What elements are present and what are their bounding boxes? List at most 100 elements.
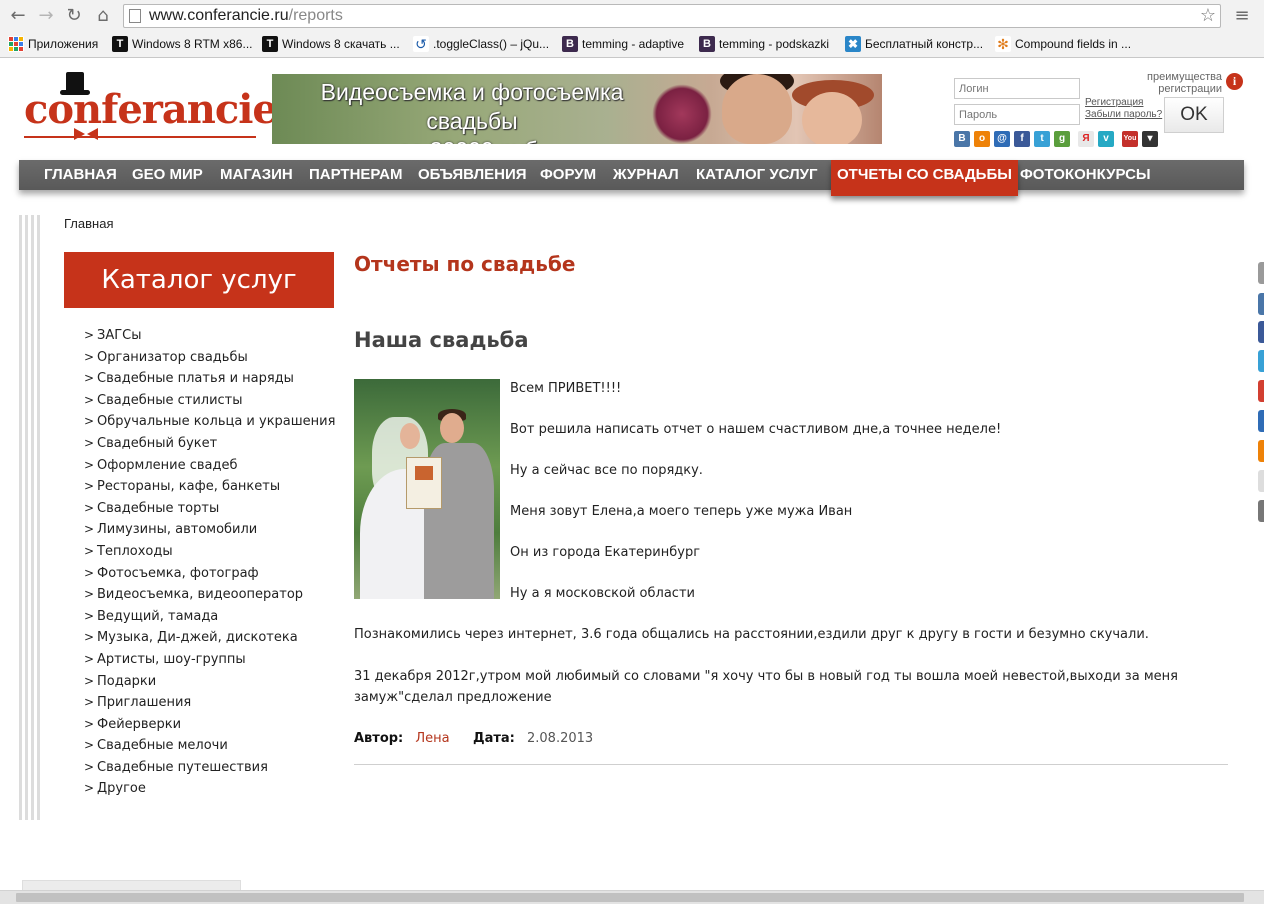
catalog-item[interactable]: > Видеосъемка, видеооператор bbox=[84, 584, 335, 606]
catalog-item[interactable]: > Артисты, шоу-группы bbox=[84, 649, 335, 671]
nav-item-home[interactable]: ГЛАВНАЯ bbox=[44, 160, 117, 190]
drupal-icon: ✻ bbox=[995, 36, 1011, 52]
page-icon bbox=[129, 9, 141, 23]
bookmark-windows8-download[interactable]: T Windows 8 скачать ... bbox=[262, 36, 400, 52]
catalog-item[interactable]: > Фейерверки bbox=[84, 714, 335, 736]
horizontal-scrollbar[interactable] bbox=[0, 890, 1264, 904]
t-icon: T bbox=[262, 36, 278, 52]
youtube-icon[interactable]: You bbox=[1122, 131, 1138, 147]
wedding-photo[interactable] bbox=[354, 379, 500, 599]
decorative-lines bbox=[19, 215, 41, 820]
twitter-icon[interactable]: t bbox=[1034, 131, 1050, 147]
nav-item-ads[interactable]: ОБЪЯВЛЕНИЯ bbox=[418, 160, 527, 190]
catalog-item[interactable]: > ЗАГСы bbox=[84, 325, 335, 347]
nav-item-partners[interactable]: ПАРТНЕРАМ bbox=[309, 160, 402, 190]
post-title[interactable]: Наша свадьба bbox=[354, 328, 529, 352]
share-facebook-icon[interactable] bbox=[1258, 321, 1264, 343]
author-link[interactable]: Лена bbox=[415, 731, 449, 746]
mailru-icon[interactable]: @ bbox=[994, 131, 1010, 147]
facebook-icon[interactable]: f bbox=[1014, 131, 1030, 147]
share-more-icon[interactable] bbox=[1258, 500, 1264, 522]
post-date: Дата: 2.08.2013 bbox=[473, 731, 593, 746]
vimeo-icon[interactable]: v bbox=[1098, 131, 1114, 147]
nav-item-services-catalog[interactable]: КАТАЛОГ УСЛУГ bbox=[696, 160, 818, 190]
catalog-item[interactable]: > Свадебные стилисты bbox=[84, 390, 335, 412]
catalog-item[interactable]: > Обручальные кольца и украшения bbox=[84, 411, 335, 433]
chevron-right-icon: > bbox=[84, 716, 95, 731]
catalog-item[interactable]: > Оформление свадеб bbox=[84, 455, 335, 477]
browser-menu-icon[interactable]: ≡ bbox=[1232, 4, 1252, 28]
catalog-item[interactable]: > Подарки bbox=[84, 671, 335, 693]
bookmark-free-constructor[interactable]: ✖ Бесплатный констр... bbox=[845, 36, 983, 52]
post-paragraph: 31 декабря 2012г,утром мой любимый со сл… bbox=[354, 669, 1178, 705]
back-icon[interactable]: ← bbox=[6, 4, 30, 28]
nav-item-forum[interactable]: ФОРУМ bbox=[540, 160, 596, 190]
breadcrumb[interactable]: Главная bbox=[64, 216, 113, 231]
share-google-icon[interactable] bbox=[1258, 380, 1264, 402]
catalog-item[interactable]: > Свадебные платья и наряды bbox=[84, 368, 335, 390]
more-icon[interactable]: ▾ bbox=[1142, 131, 1158, 147]
bookmark-star-icon[interactable]: ☆ bbox=[1200, 6, 1216, 26]
reload-icon[interactable]: ↻ bbox=[62, 4, 86, 28]
chevron-right-icon: > bbox=[84, 500, 95, 515]
post-paragraph: Познакомились через интернет, 3.6 года о… bbox=[354, 627, 1149, 642]
nav-item-shop[interactable]: МАГАЗИН bbox=[220, 160, 293, 190]
forward-icon[interactable]: → bbox=[34, 4, 58, 28]
password-input[interactable] bbox=[954, 104, 1080, 125]
register-link[interactable]: Регистрация bbox=[1085, 97, 1162, 109]
chevron-right-icon: > bbox=[84, 371, 95, 386]
info-icon[interactable]: i bbox=[1226, 73, 1243, 90]
yandex-icon[interactable]: Я bbox=[1078, 131, 1094, 147]
nav-item-photo-contests[interactable]: ФОТОКОНКУРСЫ bbox=[1020, 160, 1151, 190]
share-twitter-icon[interactable] bbox=[1258, 350, 1264, 372]
chevron-right-icon: > bbox=[84, 414, 95, 429]
bookmark-windows8-rtm[interactable]: T Windows 8 RTM x86... bbox=[112, 36, 252, 52]
catalog-item[interactable]: > Другое bbox=[84, 778, 335, 800]
catalog-item[interactable]: > Свадебные торты bbox=[84, 498, 335, 520]
catalog-item[interactable]: > Свадебные мелочи bbox=[84, 735, 335, 757]
odnoklassniki-icon[interactable]: o bbox=[974, 131, 990, 147]
logo-underline bbox=[24, 136, 256, 138]
nav-item-journal[interactable]: ЖУРНАЛ bbox=[613, 160, 679, 190]
bookmark-compound-fields[interactable]: ✻ Compound fields in ... bbox=[995, 36, 1131, 52]
catalog-item[interactable]: > Свадебные путешествия bbox=[84, 757, 335, 779]
bookmark-temming-podskazki[interactable]: B temming - podskazki bbox=[699, 36, 829, 52]
share-mailru-icon[interactable] bbox=[1258, 410, 1264, 432]
post-author: Автор: Лена bbox=[354, 731, 450, 746]
login-input[interactable] bbox=[954, 78, 1080, 99]
login-ok-button[interactable]: OK bbox=[1164, 97, 1224, 133]
chevron-right-icon: > bbox=[84, 479, 95, 494]
nav-item-wedding-reports[interactable]: ОТЧЕТЫ СО СВАДЬБЫ bbox=[831, 160, 1018, 196]
catalog-item[interactable]: > Свадебный букет bbox=[84, 433, 335, 455]
bookmark-temming-adaptive[interactable]: B temming - adaptive bbox=[562, 36, 684, 52]
post-paragraph: Ну а сейчас все по порядку. bbox=[510, 463, 703, 478]
vkontakte-icon[interactable]: B bbox=[954, 131, 970, 147]
ad-banner[interactable]: Видеосъемка и фотосъемка свадьбы за 3000… bbox=[272, 74, 882, 144]
registration-benefits[interactable]: преимущества регистрации bbox=[1140, 71, 1222, 95]
catalog-item[interactable]: > Рестораны, кафе, банкеты bbox=[84, 476, 335, 498]
author-label: Автор: bbox=[354, 731, 404, 746]
post-paragraph: Он из города Екатеринбург bbox=[510, 545, 701, 560]
catalog-item[interactable]: > Приглашения bbox=[84, 692, 335, 714]
home-icon[interactable]: ⌂ bbox=[91, 4, 115, 28]
google-icon[interactable]: g bbox=[1054, 131, 1070, 147]
bookmark-toggleclass[interactable]: ↺ .toggleClass() – jQu... bbox=[413, 36, 549, 52]
forgot-password-link[interactable]: Забыли пароль? bbox=[1085, 109, 1162, 121]
share-odnoklassniki-icon[interactable] bbox=[1258, 440, 1264, 462]
site-logo[interactable]: conferancie bbox=[24, 70, 278, 146]
catalog-item[interactable]: > Организатор свадьбы bbox=[84, 347, 335, 369]
nav-item-geo-world[interactable]: GEO МИР bbox=[132, 160, 203, 190]
share-yandex-icon[interactable] bbox=[1258, 470, 1264, 492]
address-bar[interactable]: www.conferancie.ru/reports ☆ bbox=[123, 4, 1221, 28]
catalog-item[interactable]: > Теплоходы bbox=[84, 541, 335, 563]
catalog-item[interactable]: > Музыка, Ди-джей, дискотека bbox=[84, 627, 335, 649]
scrollbar-thumb[interactable] bbox=[16, 893, 1244, 902]
catalog-item[interactable]: > Фотосъемка, фотограф bbox=[84, 563, 335, 585]
catalog-item[interactable]: > Ведущий, тамада bbox=[84, 606, 335, 628]
bootstrap-icon: B bbox=[562, 36, 578, 52]
t-icon: T bbox=[112, 36, 128, 52]
share-tab-icon[interactable] bbox=[1258, 262, 1264, 284]
catalog-item[interactable]: > Лимузины, автомобили bbox=[84, 519, 335, 541]
share-vkontakte-icon[interactable] bbox=[1258, 293, 1264, 315]
bookmark-apps[interactable]: Приложения bbox=[8, 36, 98, 52]
